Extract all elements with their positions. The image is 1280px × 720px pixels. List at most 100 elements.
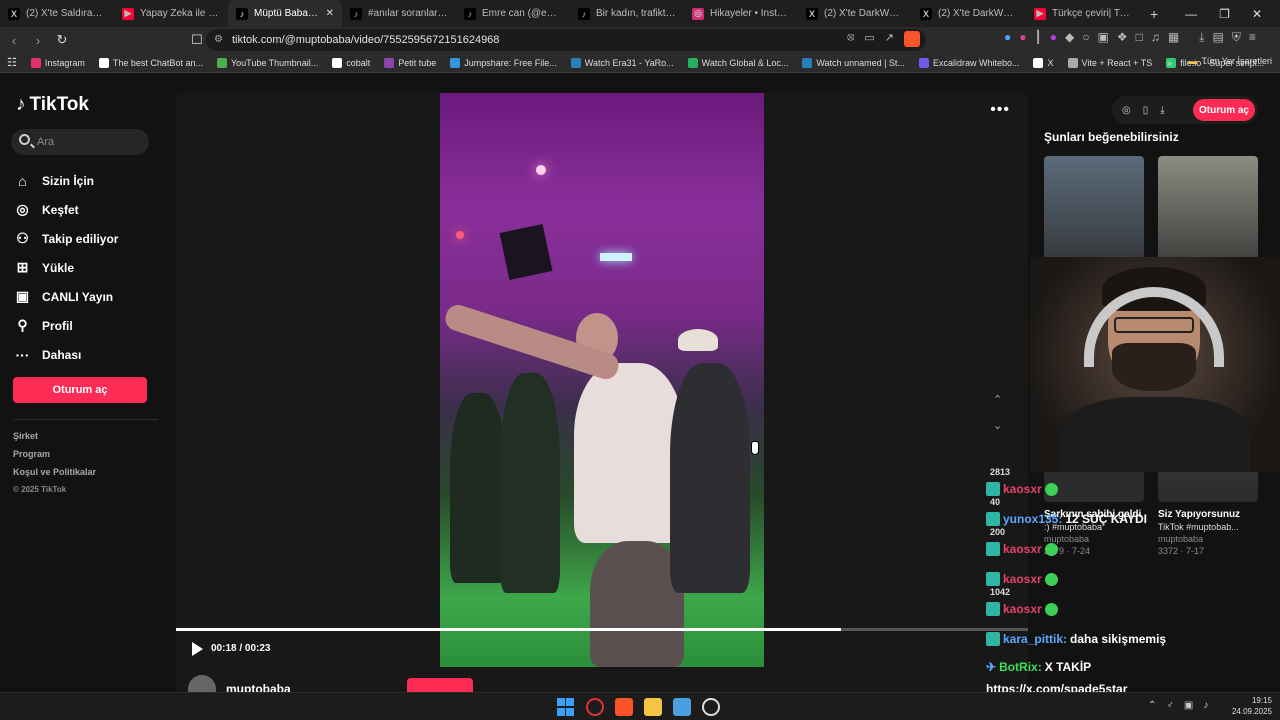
browser-tab[interactable]: ♪ Bir kadın, trafikte tartış	[570, 0, 684, 27]
brave-icon[interactable]	[615, 698, 633, 716]
more-options-icon[interactable]: •••	[990, 101, 1010, 119]
play-icon[interactable]	[192, 642, 203, 656]
footer-link-terms[interactable]: Koşul ve Politikalar	[13, 467, 96, 485]
vpn-icon[interactable]: ⛨	[1232, 30, 1241, 45]
no-audio-icon[interactable]: ⦻	[847, 31, 854, 47]
browser-tab[interactable]: ▶ Türkçe çeviri| Turak	[1026, 0, 1140, 27]
photos-icon[interactable]	[673, 698, 691, 716]
bookmark-page-icon[interactable]: ☐	[187, 32, 207, 48]
browser-tab[interactable]: ♪ Emre can (@emre.yarn	[456, 0, 570, 27]
extension-icon[interactable]: ◆	[1065, 30, 1074, 45]
address-bar[interactable]: ⚙ tiktok.com/@muptobaba/video/7552595672…	[206, 29, 926, 51]
bookmarks-overflow-icon[interactable]: »	[1160, 58, 1179, 68]
extension-icon[interactable]: ●	[1019, 30, 1026, 45]
extension-icon[interactable]: ●	[1004, 30, 1011, 45]
bookmark-item[interactable]: Watch Era31 - YaRo...	[564, 57, 681, 68]
site-info-icon[interactable]: ⚙	[214, 34, 223, 45]
share-icon[interactable]: ↗	[885, 31, 894, 47]
sidebar-item-5[interactable]: ⚲ Profil	[14, 311, 118, 340]
phone-icon[interactable]: ▯	[1143, 105, 1149, 116]
download-app-icon[interactable]: ⤓	[1160, 105, 1164, 116]
login-button[interactable]: Oturum aç	[13, 377, 147, 403]
sidebar-item-0[interactable]: ⌂ Sizin İçin	[14, 166, 118, 195]
minimize-icon[interactable]: —	[1185, 7, 1197, 21]
brave-shields-icon[interactable]	[904, 31, 920, 47]
extension-icon[interactable]: ▣	[1097, 30, 1108, 45]
download-icon[interactable]: ⤓	[1199, 30, 1204, 45]
footer-link-program[interactable]: Program	[13, 449, 96, 467]
video-frame[interactable]	[440, 93, 764, 667]
chevron-down-icon[interactable]: ⌄	[993, 413, 1002, 439]
screen-icon[interactable]: ▭	[864, 31, 874, 47]
bookmark-item[interactable]: cobalt	[325, 57, 377, 68]
maximize-icon[interactable]: ❐	[1219, 7, 1230, 21]
bookmark-item[interactable]: Petit tube	[377, 57, 443, 68]
video-nav-arrows: ⌃ ⌄	[993, 387, 1002, 439]
tiktok-logo[interactable]: ♪ TikTok	[16, 94, 89, 116]
sidebar-toggle-icon[interactable]: □	[1136, 30, 1143, 45]
taskbar-clock[interactable]: 19:15 24.09.2025	[1228, 695, 1272, 717]
bookmark-item[interactable]: Excalidraw Whitebo...	[912, 57, 1027, 68]
extensions-icon[interactable]: ❖	[1117, 30, 1128, 45]
browser-tab[interactable]: ◎ Hikayeler • Instagram	[684, 0, 798, 27]
wallet-icon[interactable]: ▤	[1212, 30, 1223, 45]
bookmark-item[interactable]: Vite + React + TS	[1061, 57, 1160, 68]
author-name[interactable]: muptobaba	[226, 682, 291, 692]
video-author[interactable]: muptobaba	[188, 675, 291, 692]
bookmark-item[interactable]: Jumpshare: Free File...	[443, 57, 564, 68]
reload-icon[interactable]: ↻	[52, 32, 72, 48]
windows-start-icon[interactable]	[557, 698, 575, 716]
bookmark-item[interactable]: Watch unnamed | St...	[795, 57, 912, 68]
microphone-icon[interactable]: ♂	[1166, 700, 1174, 711]
coin-icon[interactable]: ◎	[1122, 105, 1131, 116]
chevron-up-icon[interactable]: ⌃	[1148, 700, 1156, 711]
extension-icon[interactable]: ●	[1050, 30, 1057, 45]
forward-icon[interactable]: ›	[28, 33, 48, 48]
volume-icon[interactable]: ♪	[1203, 700, 1208, 711]
browser-tab[interactable]: ▶ Yapay Zeka ile Sanlma	[114, 0, 228, 27]
back-icon[interactable]: ‹	[4, 33, 24, 48]
suggested-video-caption[interactable]: Siz Yapıyorsunuz TikTok #muptobab... mupto…	[1158, 508, 1258, 557]
extension-icon[interactable]: ▦	[1168, 30, 1179, 45]
chat-viewer-count: 1042	[990, 587, 1011, 597]
follow-button[interactable]	[407, 678, 473, 692]
bookmark-item[interactable]: X	[1026, 57, 1060, 68]
browser-tab[interactable]: ♪ Müptü Baba: Sı ✕	[228, 0, 342, 27]
browser-tab[interactable]: X (2) X'te DarkWeb Habe	[798, 0, 912, 27]
obs-icon[interactable]	[702, 698, 720, 716]
bookmark-item[interactable]: The best ChatBot an...	[92, 57, 210, 68]
sidebar-divider	[13, 419, 158, 420]
file-explorer-icon[interactable]	[644, 698, 662, 716]
bookmark-item[interactable]: Instagram	[24, 57, 92, 68]
chevron-up-icon[interactable]: ⌃	[993, 387, 1002, 413]
extension-icon[interactable]: ♫	[1151, 30, 1160, 45]
author-avatar[interactable]	[188, 675, 216, 692]
new-tab-icon[interactable]: +	[1140, 6, 1168, 22]
sidebar-item-4[interactable]: ▣ CANLI Yayın	[14, 282, 118, 311]
sidebar-item-label: Yükle	[42, 260, 75, 275]
video-player[interactable]: ••• 00:18 / 00:23 muptobaba	[176, 93, 1028, 692]
opera-icon[interactable]	[586, 698, 604, 716]
top-login-button[interactable]: Oturum aç	[1193, 99, 1255, 121]
bookmark-item[interactable]: Watch Global & Loc...	[681, 57, 796, 68]
footer-link-company[interactable]: Şirket	[13, 431, 96, 449]
sidebar-item-3[interactable]: ⊞ Yükle	[14, 253, 118, 282]
menu-icon[interactable]: ≡	[1249, 30, 1256, 45]
browser-tab[interactable]: X (2) X'te DarkWeb Habe	[912, 0, 1026, 27]
sidebar-item-1[interactable]: ◎ Keşfet	[14, 195, 118, 224]
apps-icon[interactable]: ☷	[0, 56, 24, 69]
search-input[interactable]: Ara	[11, 129, 149, 155]
network-icon[interactable]: ▣	[1184, 700, 1193, 711]
sidebar-item-2[interactable]: ⚇ Takip ediliyor	[14, 224, 118, 253]
browser-tab[interactable]: ♪ #anılar soranlara için |	[342, 0, 456, 27]
chat-username: kaosxr	[1003, 542, 1042, 556]
close-tab-icon[interactable]: ✕	[326, 8, 334, 19]
sidebar-item-6[interactable]: ··· Dahası	[14, 340, 118, 369]
all-bookmarks-folder[interactable]: ▬ Tüm Yer İşaretleri	[1188, 56, 1272, 66]
bookmark-item[interactable]: YouTube Thumbnail...	[210, 57, 325, 68]
video-progress-bar[interactable]	[176, 628, 1028, 631]
close-window-icon[interactable]: ✕	[1252, 7, 1262, 21]
extension-icon[interactable]: ○	[1082, 30, 1089, 45]
extension-icon[interactable]: ┃	[1035, 30, 1042, 45]
browser-tab[interactable]: X (2) X'te Saldıray: "Hakk	[0, 0, 114, 27]
